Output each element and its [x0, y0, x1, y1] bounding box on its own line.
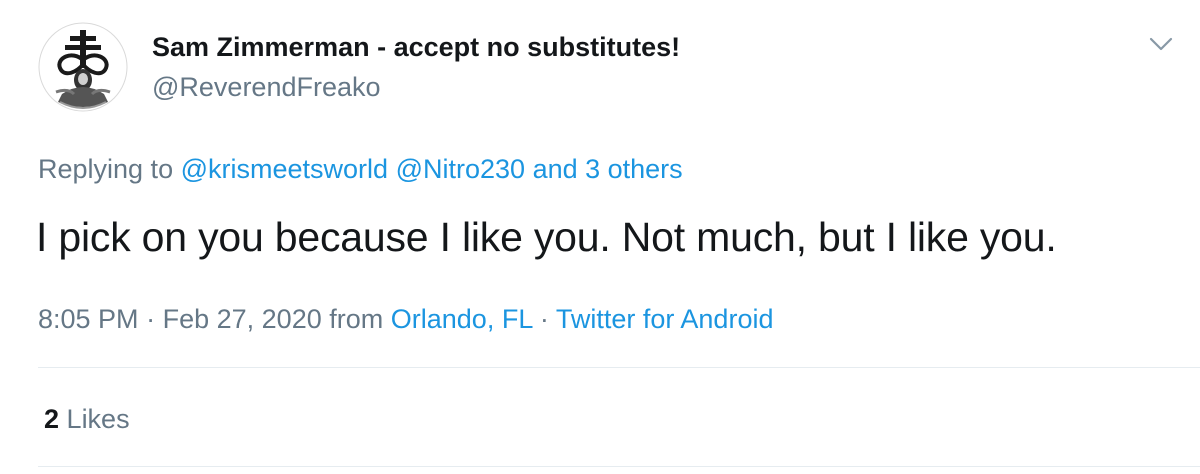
- from-label: from: [329, 304, 384, 334]
- tweet-text: I pick on you because I like you. Not mu…: [36, 214, 1057, 260]
- tweet-meta: 8:05 PM · Feb 27, 2020 from Orlando, FL …: [38, 304, 773, 335]
- replying-to-label: Replying to: [38, 154, 174, 184]
- cross-emblem-avatar-icon: [38, 22, 128, 112]
- source-link[interactable]: Twitter for Android: [556, 304, 774, 334]
- tweet-time[interactable]: 8:05 PM: [38, 304, 139, 334]
- chevron-down-icon[interactable]: [1148, 34, 1174, 54]
- display-name[interactable]: Sam Zimmerman - accept no substitutes!: [152, 32, 680, 63]
- others-link[interactable]: and 3 others: [533, 154, 683, 184]
- divider: [38, 367, 1200, 368]
- mention-link[interactable]: @Nitro230: [396, 154, 525, 184]
- location-link[interactable]: Orlando, FL: [391, 304, 533, 334]
- separator: ·: [146, 304, 156, 334]
- likes-label: Likes: [66, 404, 130, 434]
- divider: [38, 466, 1200, 467]
- avatar[interactable]: [38, 22, 128, 112]
- separator: ·: [539, 304, 549, 334]
- user-handle[interactable]: @ReverendFreako: [152, 72, 381, 103]
- tweet-date[interactable]: Feb 27, 2020: [163, 304, 322, 334]
- likes-count: 2: [44, 404, 60, 434]
- likes-stat[interactable]: 2 Likes: [44, 404, 130, 435]
- replying-to-line: Replying to @krismeetsworld @Nitro230 an…: [38, 154, 683, 185]
- mention-link[interactable]: @krismeetsworld: [181, 154, 388, 184]
